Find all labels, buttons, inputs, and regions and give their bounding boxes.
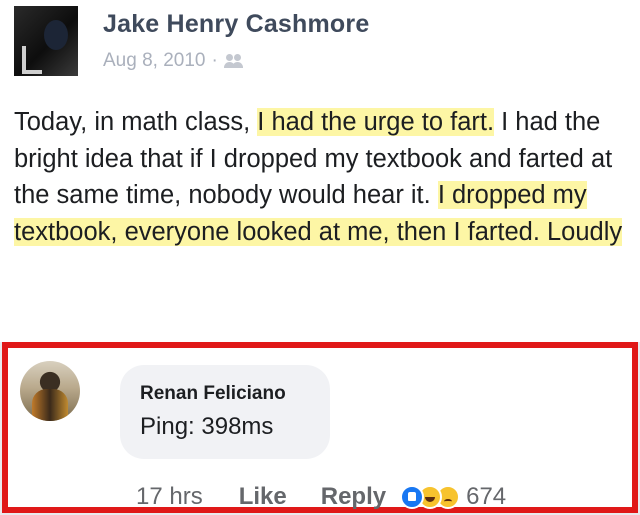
- reply-button[interactable]: Reply: [321, 483, 386, 511]
- post-body: Today, in math class, I had the urge to …: [14, 104, 634, 250]
- post-text-segment: Today, in math class,: [14, 108, 258, 136]
- commenter-name[interactable]: Renan Feliciano: [140, 383, 286, 405]
- comment-bubble: Renan Feliciano Ping: 398ms: [120, 365, 330, 459]
- comment-timestamp[interactable]: 17 hrs: [136, 483, 203, 511]
- post-text-highlighted: I had the urge to fart.: [257, 108, 495, 136]
- post-author-name[interactable]: Jake Henry Cashmore: [103, 10, 369, 39]
- like-reaction-icon: [400, 485, 425, 509]
- reactions-summary[interactable]: [400, 485, 461, 509]
- comment-actions: 17 hrs Like Reply 674: [136, 483, 506, 511]
- author-avatar[interactable]: [14, 6, 78, 76]
- meta-separator: ·: [211, 50, 218, 71]
- highlighted-comment-frame: Renan Feliciano Ping: 398ms 17 hrs Like …: [2, 342, 638, 513]
- comment-text: Ping: 398ms: [140, 413, 274, 440]
- like-button[interactable]: Like: [239, 483, 287, 511]
- post-date[interactable]: Aug 8, 2010: [103, 50, 205, 72]
- commenter-avatar[interactable]: [20, 361, 80, 421]
- post-meta: Aug 8, 2010 ·: [103, 50, 244, 72]
- reaction-count[interactable]: 674: [466, 483, 506, 511]
- friends-icon: [223, 53, 244, 69]
- facebook-post: Jake Henry Cashmore Aug 8, 2010 · Today,…: [0, 0, 640, 342]
